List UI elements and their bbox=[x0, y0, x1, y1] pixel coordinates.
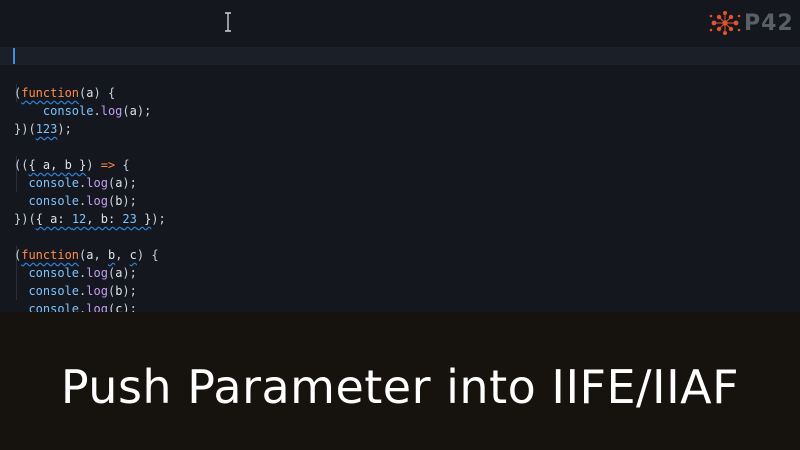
code-token: ); bbox=[122, 176, 137, 190]
p42-logo-icon bbox=[709, 11, 741, 35]
code-line[interactable] bbox=[14, 66, 202, 84]
code-token: ( bbox=[122, 104, 130, 118]
code-line[interactable]: (({ a, b }) => { bbox=[14, 156, 202, 174]
code-token: 123 bbox=[35, 122, 58, 136]
caption-banner: Push Parameter into IIFE/IIAF bbox=[0, 312, 800, 450]
code-token: ) { bbox=[93, 86, 116, 100]
code-token: c bbox=[129, 248, 137, 262]
code-token: log bbox=[86, 284, 108, 298]
code-line[interactable]: console.log(a); bbox=[14, 102, 202, 120]
code-token: 12 bbox=[71, 212, 87, 226]
code-token: => bbox=[100, 158, 116, 172]
code-token: console bbox=[28, 194, 80, 208]
code-token: })( bbox=[14, 122, 36, 136]
code-line[interactable]: console.log(b); bbox=[14, 282, 202, 300]
code-token: ); bbox=[122, 194, 137, 208]
code-line[interactable] bbox=[14, 138, 202, 156]
code-token: ); bbox=[151, 212, 166, 226]
code-token: , b: bbox=[86, 212, 123, 226]
code-token: })( bbox=[14, 212, 36, 226]
code-token: console bbox=[28, 266, 80, 280]
code-line[interactable]: (function(a) { bbox=[14, 84, 202, 102]
code-token: { bbox=[115, 158, 130, 172]
caption-title: Push Parameter into IIFE/IIAF bbox=[60, 360, 740, 414]
code-token: , bbox=[115, 248, 130, 262]
code-editor[interactable]: (function(a) { console.log(a);})(123); (… bbox=[0, 0, 800, 312]
code-token: { a: bbox=[35, 212, 72, 226]
logo-text: P42 bbox=[744, 10, 794, 36]
code-token: ) bbox=[86, 158, 101, 172]
code-token: (( bbox=[14, 158, 29, 172]
code-token: a bbox=[86, 86, 94, 100]
code-token: function bbox=[21, 248, 80, 262]
code-token: 23 bbox=[122, 212, 137, 226]
code-token: ); bbox=[122, 284, 137, 298]
code-token: console bbox=[28, 302, 80, 312]
code-token: a bbox=[129, 104, 137, 118]
code-token: log bbox=[86, 176, 108, 190]
code-token: console bbox=[28, 284, 80, 298]
brand-logo: P42 bbox=[708, 8, 798, 38]
text-cursor bbox=[13, 48, 15, 64]
code-token: ); bbox=[122, 302, 137, 312]
code-line[interactable]: })(123); bbox=[14, 120, 202, 138]
code-line[interactable]: console.log(b); bbox=[14, 192, 202, 210]
code-line[interactable]: console.log(a); bbox=[14, 264, 202, 282]
code-token: log bbox=[100, 104, 123, 118]
code-token: console bbox=[42, 104, 94, 118]
code-line[interactable]: console.log(c); bbox=[14, 300, 202, 312]
code-token: log bbox=[86, 302, 108, 312]
code-token: } bbox=[136, 212, 152, 226]
code-line[interactable]: })({ a: 12, b: 23 }); bbox=[14, 210, 202, 228]
code-token: ); bbox=[57, 122, 72, 136]
active-line-highlight bbox=[0, 47, 800, 65]
code-token: , bbox=[93, 248, 108, 262]
code-token: { a, b } bbox=[28, 158, 87, 172]
code-content[interactable]: (function(a) { console.log(a);})(123); (… bbox=[14, 66, 202, 312]
code-token: log bbox=[86, 266, 108, 280]
code-token: ) { bbox=[136, 248, 159, 262]
code-token: ); bbox=[122, 266, 137, 280]
code-token: a bbox=[86, 248, 94, 262]
code-token: . bbox=[93, 104, 101, 118]
code-line[interactable]: console.log(a); bbox=[14, 174, 202, 192]
code-line[interactable]: (function(a, b, c) { bbox=[14, 246, 202, 264]
code-token: log bbox=[86, 194, 108, 208]
ibeam-cursor-icon bbox=[225, 12, 231, 32]
code-token: console bbox=[28, 176, 80, 190]
code-line[interactable] bbox=[14, 228, 202, 246]
code-token: ); bbox=[136, 104, 152, 118]
code-token: function bbox=[21, 86, 80, 100]
